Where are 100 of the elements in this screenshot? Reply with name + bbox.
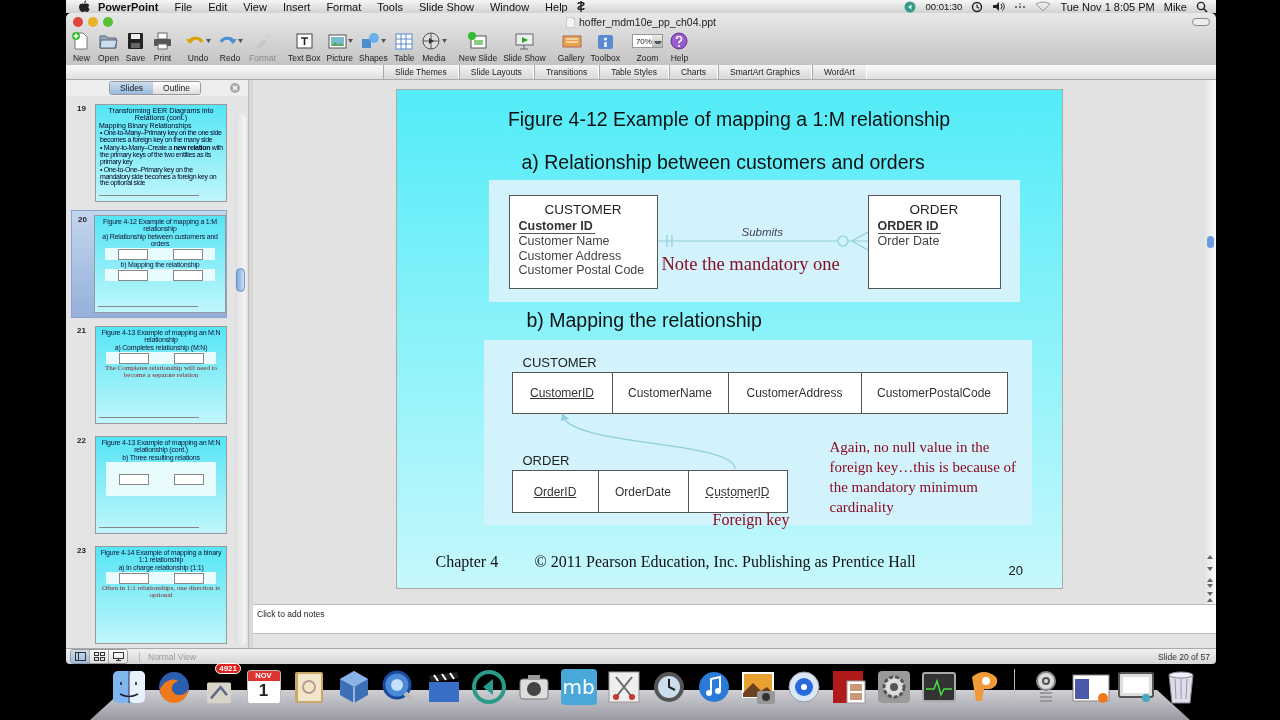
section-heading: a) Relationship between customers and orders — [521, 151, 925, 174]
slide-number: 21 — [77, 326, 87, 337]
caret-icon — [347, 39, 353, 43]
ribbon-tab[interactable]: Transitions — [533, 65, 600, 79]
slide-number: 20 — [78, 215, 88, 226]
apple-icon — [78, 0, 90, 13]
pane-tab[interactable]: Outline — [153, 82, 201, 94]
page-number: 20 — [1008, 563, 1023, 578]
annotation: Note the mandatory one — [661, 254, 840, 275]
toolbar-button[interactable]: Shapes — [356, 31, 391, 63]
wifi-icon[interactable] — [1035, 1, 1052, 12]
app-menu[interactable]: PowerPoint — [90, 0, 167, 13]
entity-attribute: Customer Name — [518, 234, 611, 249]
screen-play-icon — [513, 31, 535, 51]
table-icon — [393, 31, 415, 51]
slide-show-view-icon[interactable] — [112, 652, 124, 661]
relation-name: CUSTOMER — [522, 355, 597, 370]
entity-attribute: Customer Postal Code — [518, 263, 646, 278]
menu-item[interactable]: Insert — [274, 0, 319, 13]
menu-item[interactable]: File — [166, 0, 201, 13]
next-slide-icon[interactable] — [1206, 592, 1214, 602]
identifier-attribute: Customer ID — [518, 218, 595, 234]
relationship-label: Submits — [741, 226, 784, 238]
volume-icon[interactable] — [992, 1, 1006, 12]
identifier-attribute: ORDER ID — [877, 218, 941, 234]
document-icon — [566, 16, 575, 28]
toolbar-button[interactable]: Picture — [323, 31, 356, 63]
table-cell: CustomerAddress — [727, 373, 861, 413]
ribbon-tab[interactable]: Slide Themes — [383, 65, 459, 79]
calendar-day: 1 — [258, 681, 269, 701]
toolbar-button[interactable]: Text Box — [284, 31, 324, 63]
toolbar-button[interactable]: New Slide — [455, 31, 501, 63]
picture-icon — [326, 31, 348, 51]
normal-view-icon[interactable] — [74, 652, 86, 661]
menu-clock[interactable]: Tue Nov 1 8:05 PM — [1060, 0, 1155, 13]
table-cell-text: CustomerID — [529, 385, 595, 402]
ribbon-tab[interactable]: WordArt — [811, 65, 867, 79]
toolbar-button[interactable]: Save — [122, 31, 149, 63]
table-cell-text: OrderID — [532, 483, 578, 501]
ribbon-tab[interactable]: Slide Layouts — [458, 65, 534, 79]
printer-icon — [152, 31, 173, 51]
toolbar-button[interactable]: Redo — [214, 31, 246, 63]
slide-position: Slide 20 of 57 — [1158, 651, 1210, 662]
toolbar-button[interactable]: New — [68, 31, 95, 63]
entity-attribute: Customer Address — [518, 248, 623, 263]
view-name: Normal View — [139, 651, 197, 662]
ribbon-tab[interactable]: SmartArt Graphics — [718, 65, 812, 79]
text-box-icon — [293, 31, 315, 51]
timer-readout: 00:01:30 — [925, 1, 963, 12]
ribbon-tab[interactable]: Table Styles — [599, 65, 669, 79]
toolbar-button[interactable]: Toolbox — [587, 31, 623, 63]
caret-icon — [238, 39, 243, 43]
toolbar-button[interactable]: Undo — [182, 31, 214, 63]
ribbon-tab[interactable]: Charts — [669, 65, 719, 79]
entity-name: CUSTOMER — [543, 203, 623, 218]
user-name[interactable]: Mike — [1163, 0, 1187, 13]
menu-item[interactable]: Format — [318, 0, 370, 13]
table-cell: OrderDate — [597, 471, 688, 512]
scroll-thumb[interactable] — [1207, 236, 1214, 248]
menu-item[interactable]: Slide Show — [410, 0, 482, 13]
pane-tab[interactable]: Slides — [109, 82, 154, 94]
previous-slide-icon[interactable] — [1206, 578, 1214, 588]
menu-item[interactable]: Help — [537, 0, 576, 13]
menu-item[interactable]: Tools — [369, 0, 411, 13]
relation-name: ORDER — [522, 453, 570, 468]
help-icon — [668, 31, 690, 51]
notes-field[interactable]: Click to add notes — [257, 609, 457, 619]
toolbar-button[interactable]: Print — [149, 31, 176, 63]
window-title: hoffer_mdm10e_pp_ch04.ppt — [579, 16, 716, 28]
table-cell: CustomerPostalCode — [860, 373, 1007, 413]
new-slide-icon — [467, 31, 489, 51]
entity-attribute: Order Date — [877, 234, 941, 249]
timer-icon[interactable] — [904, 0, 917, 13]
zoom-field[interactable]: 70% — [631, 34, 663, 48]
close-button[interactable] — [73, 17, 83, 27]
script-icon[interactable] — [575, 0, 586, 13]
caret-icon — [441, 39, 447, 43]
menu-item[interactable]: Edit — [200, 0, 236, 13]
toolbar-button[interactable]: 70% Zoom — [628, 31, 666, 63]
toolbar-button[interactable]: Media — [417, 31, 450, 63]
toolbar-toggle-button[interactable] — [1192, 18, 1210, 26]
annotation: Again, no null value in the foreign key…this is because of the mandatory minimum cardinality — [829, 438, 1018, 517]
table-cell: CustomerName — [611, 373, 728, 413]
menu-item[interactable]: Window — [481, 0, 538, 13]
toolbar-button[interactable]: Open — [95, 31, 122, 63]
shapes-icon — [360, 31, 382, 51]
search-icon[interactable] — [1196, 0, 1208, 13]
sorter-view-icon[interactable] — [93, 652, 105, 661]
toolbar-button[interactable]: Slide Show — [500, 31, 549, 63]
scroll-thumb[interactable] — [236, 268, 245, 292]
slide-number: 19 — [77, 104, 87, 115]
slide-thumbnail[interactable] — [95, 104, 227, 202]
menu-item[interactable]: View — [235, 0, 275, 13]
slide-number: 23 — [77, 546, 87, 557]
toolbar-button[interactable]: Table — [390, 31, 418, 63]
entity-name: ORDER — [908, 203, 960, 218]
slide-number: 22 — [77, 436, 87, 447]
toolbar-button[interactable]: Help — [665, 31, 693, 63]
history-clock-icon[interactable] — [971, 0, 984, 13]
toolbar-button[interactable]: Gallery — [554, 31, 588, 63]
